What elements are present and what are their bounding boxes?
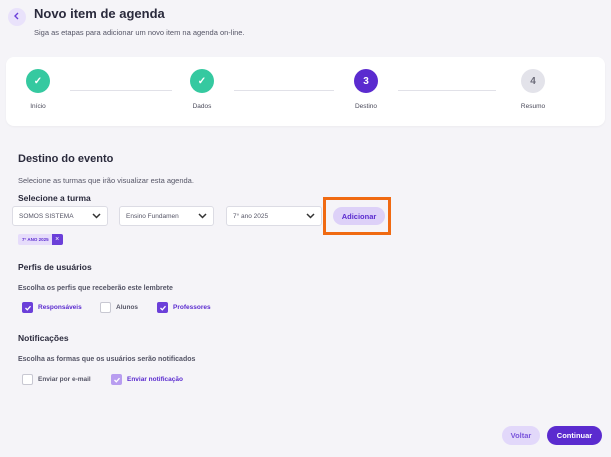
checkbox-notificacao[interactable]: Enviar notificação bbox=[111, 374, 183, 385]
checkbox-label: Enviar notificação bbox=[127, 376, 183, 383]
checkbox-responsaveis[interactable]: Responsáveis bbox=[22, 302, 82, 313]
step-label: Dados bbox=[192, 103, 212, 110]
section-description: Escolha os perfis que receberão este lem… bbox=[18, 285, 173, 292]
chevron-down-icon bbox=[197, 211, 207, 221]
chevron-down-icon bbox=[305, 211, 315, 221]
step-label: Destino bbox=[354, 103, 378, 110]
check-icon: ✓ bbox=[26, 69, 50, 93]
select-turma[interactable]: 7° ano 2025 bbox=[226, 206, 322, 226]
checkbox-box bbox=[100, 302, 111, 313]
check-icon bbox=[22, 302, 33, 313]
chevron-down-icon bbox=[91, 211, 101, 221]
select-escola[interactable]: SOMOS SISTEMA bbox=[12, 206, 108, 226]
step-resumo[interactable]: 4 Resumo bbox=[503, 69, 563, 110]
section-title-perfis: Perfis de usuários bbox=[18, 262, 92, 272]
step-connector bbox=[398, 90, 496, 91]
page-subtitle: Siga as etapas para adicionar um novo it… bbox=[34, 28, 245, 37]
chevron-left-icon bbox=[13, 12, 21, 23]
step-connector bbox=[70, 90, 172, 91]
select-value: SOMOS SISTEMA bbox=[19, 212, 74, 220]
tag-label: 7° ANO 2025 bbox=[22, 237, 49, 242]
step-number: 3 bbox=[354, 69, 378, 93]
continue-button[interactable]: Continuar bbox=[547, 426, 602, 445]
selected-class-tag: 7° ANO 2025 × bbox=[18, 234, 63, 245]
checkbox-alunos[interactable]: Alunos bbox=[100, 302, 138, 313]
stepper: ✓ Início ✓ Dados 3 Destino 4 Resumo bbox=[6, 57, 605, 126]
step-label: Início bbox=[30, 103, 46, 110]
section-description: Escolha as formas que os usuários serão … bbox=[18, 356, 196, 363]
section-title-destino: Destino do evento bbox=[18, 153, 114, 165]
select-segmento[interactable]: Ensino Fundamen bbox=[119, 206, 214, 226]
checkbox-label: Responsáveis bbox=[38, 304, 82, 311]
check-icon bbox=[111, 374, 122, 385]
checkbox-box bbox=[22, 374, 33, 385]
check-icon bbox=[157, 302, 168, 313]
back-button[interactable] bbox=[8, 8, 26, 26]
step-inicio[interactable]: ✓ Início bbox=[8, 69, 68, 110]
select-value: 7° ano 2025 bbox=[233, 212, 269, 220]
add-button[interactable]: Adicionar bbox=[333, 207, 385, 225]
page-title: Novo item de agenda bbox=[34, 6, 165, 21]
checkbox-professores[interactable]: Professores bbox=[157, 302, 211, 313]
step-label: Resumo bbox=[520, 103, 546, 110]
checkbox-label: Professores bbox=[173, 304, 211, 311]
select-value: Ensino Fundamen bbox=[126, 212, 179, 220]
checkbox-label: Enviar por e-mail bbox=[38, 376, 91, 383]
step-dados[interactable]: ✓ Dados bbox=[172, 69, 232, 110]
step-connector bbox=[234, 90, 334, 91]
section-title-notificacoes: Notificações bbox=[18, 333, 69, 343]
step-destino[interactable]: 3 Destino bbox=[336, 69, 396, 110]
field-label-turma: Selecione a turma bbox=[18, 193, 91, 203]
close-icon[interactable]: × bbox=[51, 234, 63, 245]
back-step-button[interactable]: Voltar bbox=[502, 426, 540, 445]
step-number: 4 bbox=[521, 69, 545, 93]
check-icon: ✓ bbox=[190, 69, 214, 93]
checkbox-email[interactable]: Enviar por e-mail bbox=[22, 374, 91, 385]
checkbox-label: Alunos bbox=[116, 304, 139, 311]
section-description: Selecione as turmas que irão visualizar … bbox=[18, 176, 194, 185]
